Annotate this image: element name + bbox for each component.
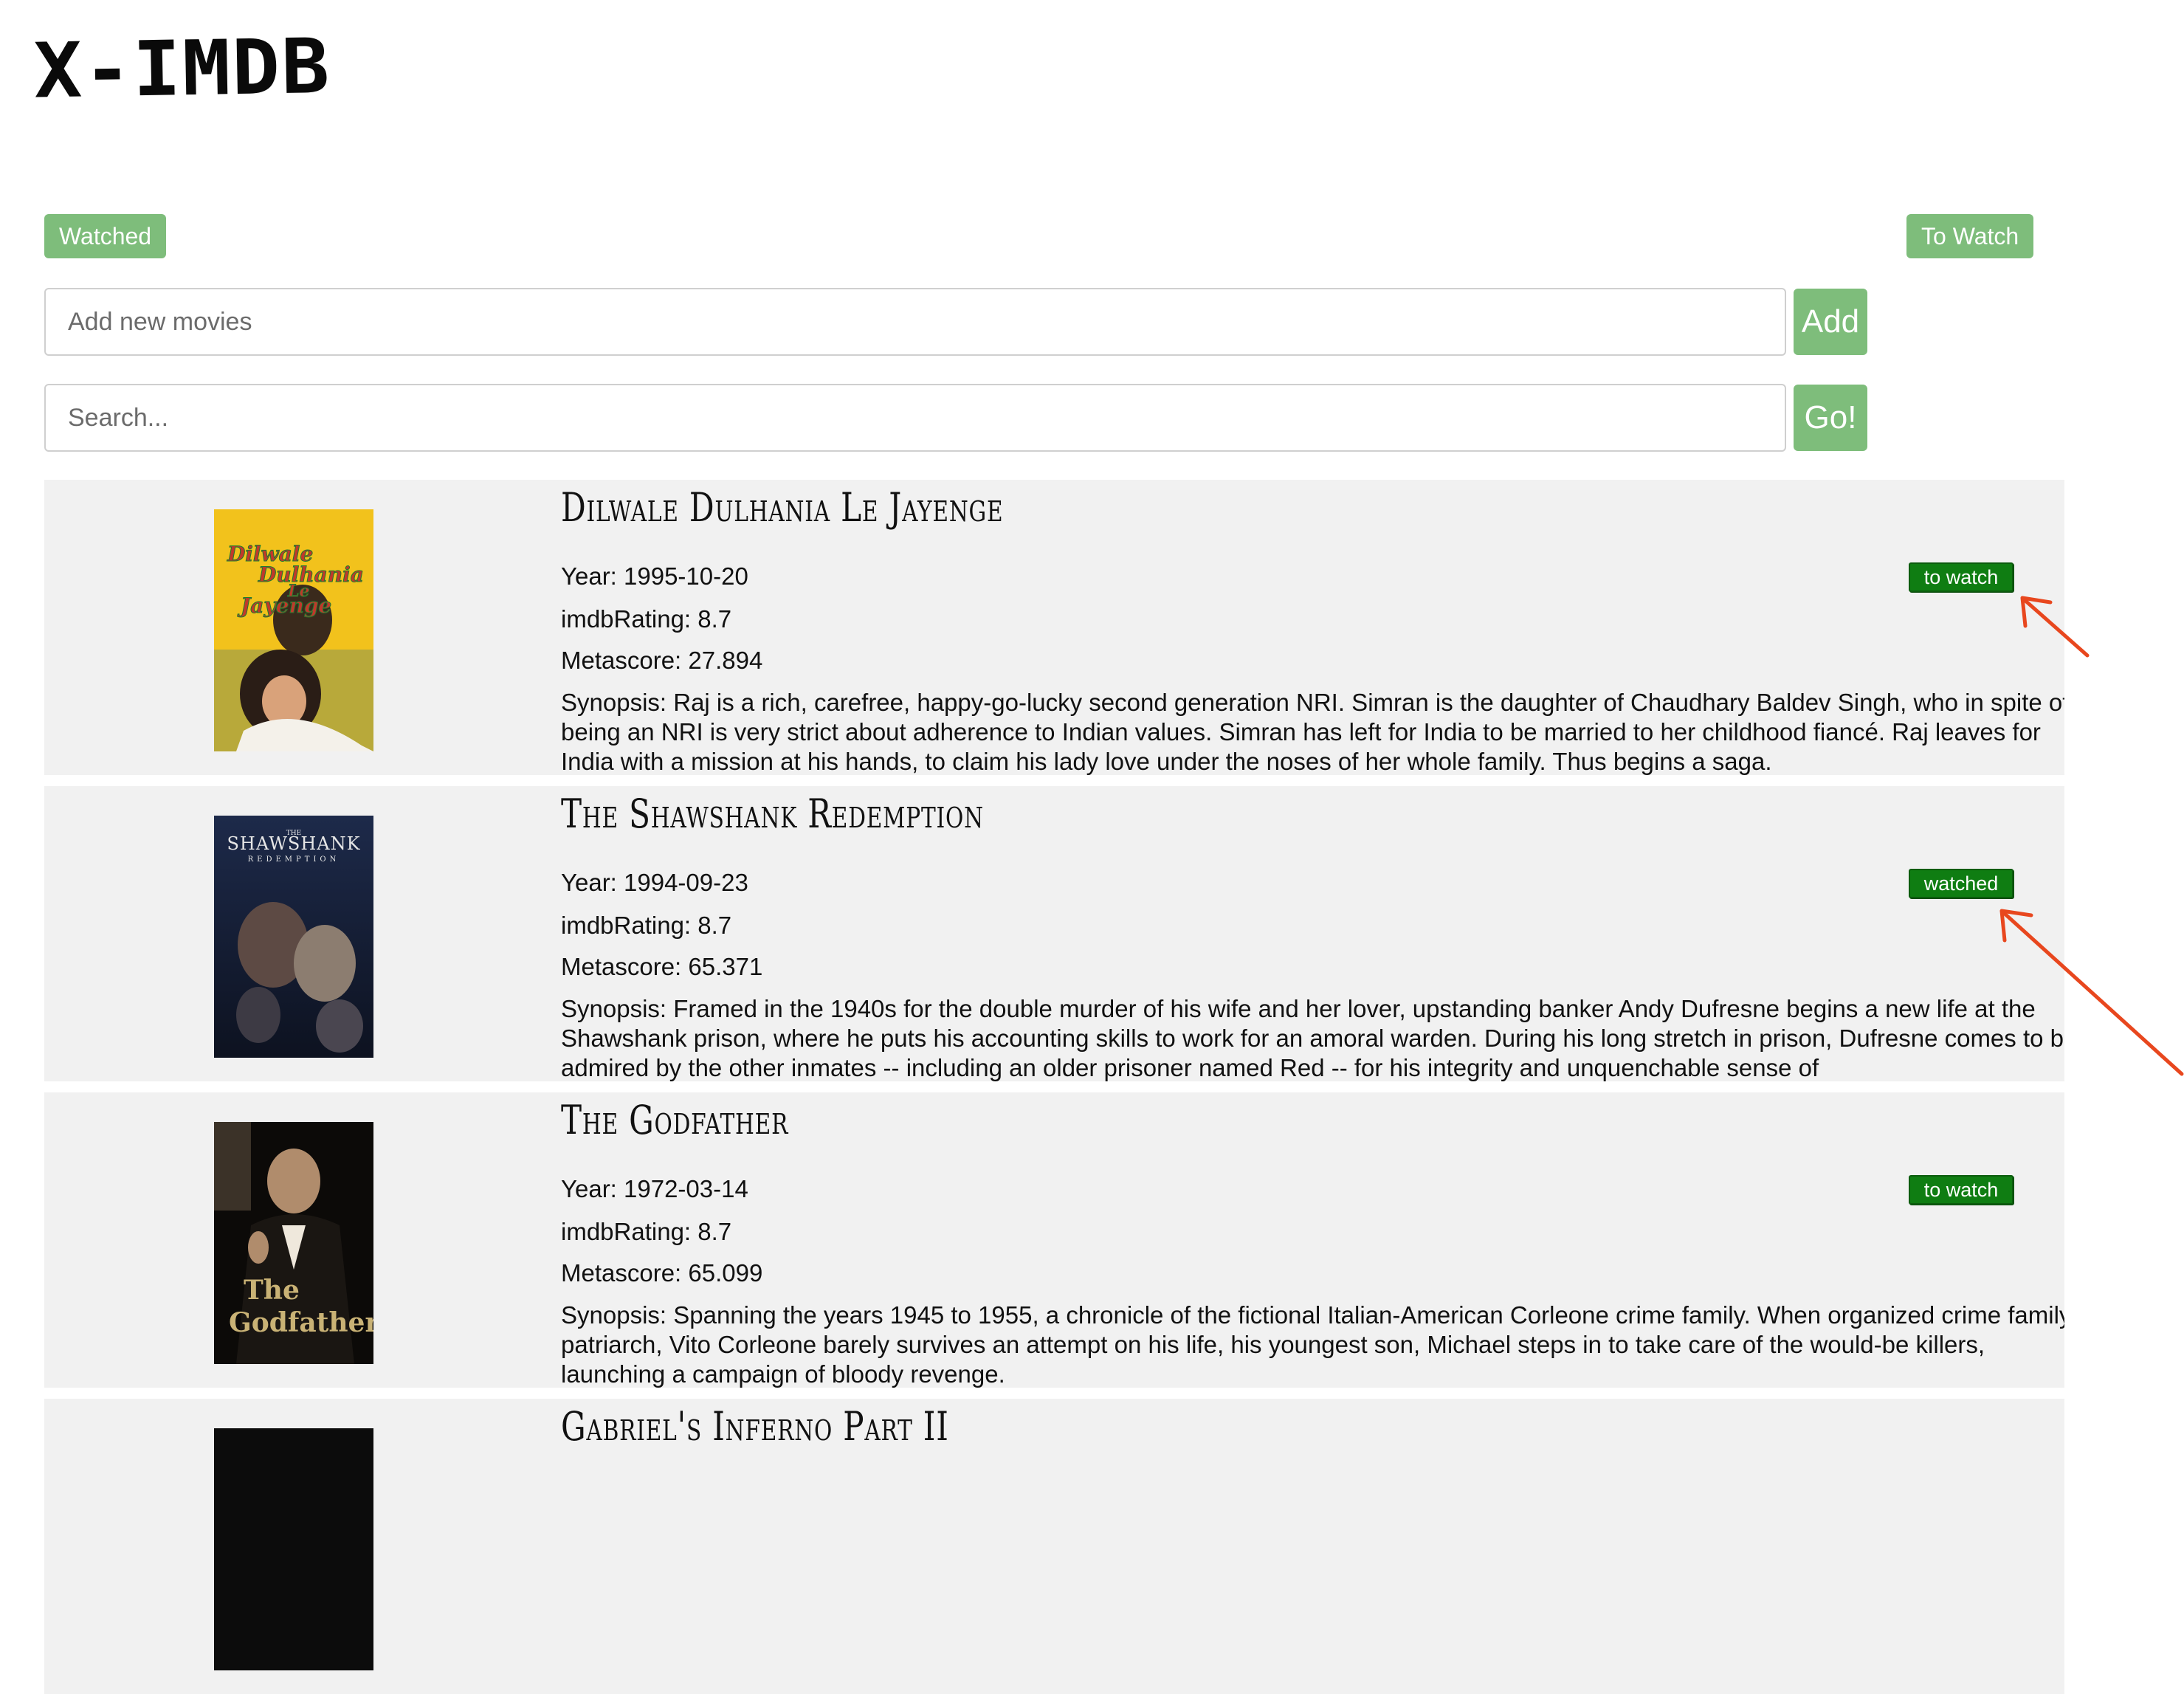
movie-poster — [214, 1428, 373, 1670]
movie-card: THE SHAWSHANK REDEMPTION The Shawshank R… — [44, 786, 2064, 1081]
movie-rating: imdbRating: 8.7 — [561, 912, 732, 939]
movie-rating: imdbRating: 8.7 — [561, 605, 732, 633]
movie-synopsis: Synopsis: Framed in the 1940s for the do… — [561, 995, 2064, 1081]
movie-year: Year: 1972-03-14 — [561, 1175, 748, 1202]
add-movie-input[interactable] — [44, 288, 1786, 356]
movie-card: Dilwale Dulhania Le Jayenge Dilwale Dulh… — [44, 480, 2064, 775]
poster-title-text: SHAWSHANK — [227, 833, 360, 854]
poster-subtitle-text: REDEMPTION — [248, 855, 340, 864]
search-input[interactable] — [44, 384, 1786, 452]
shawshank-poster-art: THE SHAWSHANK REDEMPTION — [214, 816, 373, 1058]
to-watch-tab-button[interactable]: To Watch — [1906, 214, 2034, 258]
to-watch-status-button[interactable]: to watch — [1909, 1175, 2014, 1205]
movie-title: Dilwale Dulhania Le Jayenge — [561, 484, 1004, 531]
movie-title: The Godfather — [561, 1097, 789, 1143]
movie-synopsis: Synopsis: Spanning the years 1945 to 195… — [561, 1301, 2064, 1388]
godfather-poster-art: The Godfather — [214, 1122, 373, 1364]
movie-year: Year: 1995-10-20 — [561, 562, 748, 590]
movie-poster: Dilwale Dulhania Le Jayenge — [214, 509, 373, 751]
movie-poster-art — [214, 1428, 373, 1670]
movie-year: Year: 1994-09-23 — [561, 869, 748, 896]
movie-title: Gabriel's Inferno Part II — [561, 1403, 949, 1450]
movie-metascore: Metascore: 65.099 — [561, 1259, 763, 1287]
watched-status-button[interactable]: watched — [1909, 869, 2014, 898]
poster-title-line: Godfather — [229, 1307, 373, 1338]
to-watch-status-button[interactable]: to watch — [1909, 562, 2014, 592]
movie-rating: imdbRating: 8.7 — [561, 1218, 732, 1245]
movie-card: Gabriel's Inferno Part II — [44, 1399, 2064, 1694]
movie-card: The Godfather The Godfather Year: 1972-0… — [44, 1092, 2064, 1388]
movie-metascore: Metascore: 27.894 — [561, 647, 763, 674]
search-go-button[interactable]: Go! — [1794, 385, 1867, 451]
movie-title: The Shawshank Redemption — [561, 791, 984, 837]
movie-poster: The Godfather — [214, 1122, 373, 1364]
poster-title-line: The — [244, 1275, 300, 1306]
app-logo: X-IMDB — [32, 22, 332, 116]
movie-metascore: Metascore: 65.371 — [561, 953, 763, 980]
ddlj-poster-art: Dilwale Dulhania Le Jayenge — [214, 509, 373, 751]
poster-title-line: Jayenge — [237, 593, 331, 618]
add-movie-button[interactable]: Add — [1794, 289, 1867, 355]
watched-tab-button[interactable]: Watched — [44, 214, 167, 258]
poster-title-line: Dulhania — [258, 562, 364, 587]
movie-synopsis: Synopsis: Raj is a rich, carefree, happy… — [561, 689, 2064, 775]
movie-poster: THE SHAWSHANK REDEMPTION — [214, 816, 373, 1058]
